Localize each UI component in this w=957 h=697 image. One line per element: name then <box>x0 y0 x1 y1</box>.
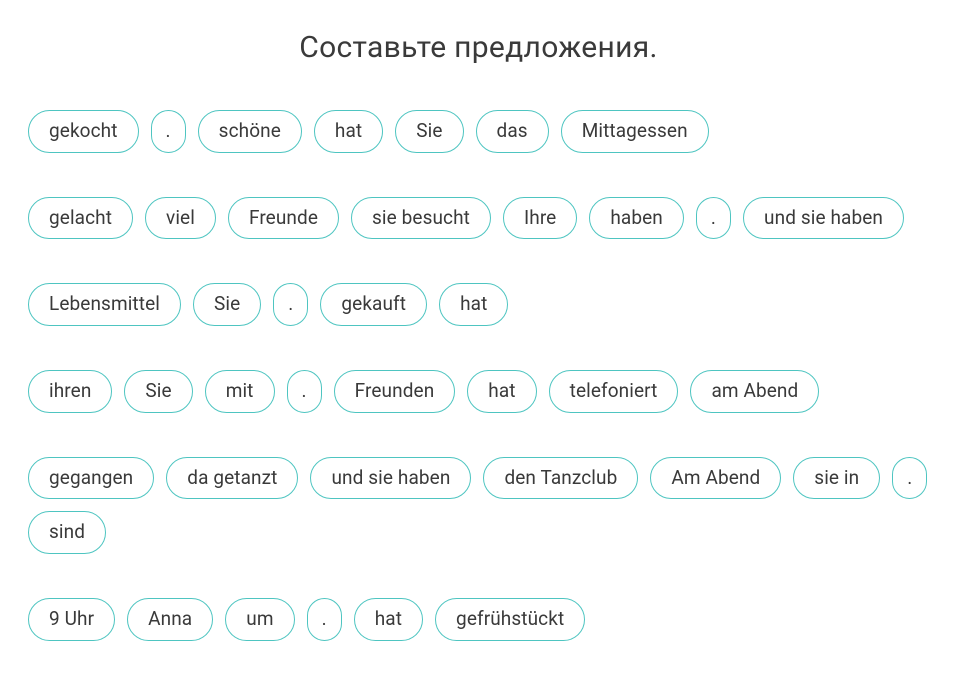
word-chip[interactable]: Anna <box>127 598 213 641</box>
word-chip[interactable]: hat <box>314 110 383 153</box>
word-chip[interactable]: Freunde <box>228 197 339 240</box>
word-row: Lebensmittel Sie. gekauft hat <box>28 283 929 326</box>
word-chip[interactable]: gekauft <box>320 283 427 326</box>
word-chip[interactable]: hat <box>467 370 536 413</box>
word-chip[interactable]: Sie <box>395 110 463 153</box>
word-chip[interactable]: haben <box>589 197 684 240</box>
word-chip[interactable]: Mittagessen <box>561 110 709 153</box>
page-title: Составьте предложения. <box>28 30 929 65</box>
word-chip[interactable]: . <box>307 598 342 641</box>
word-chip[interactable]: hat <box>439 283 508 326</box>
word-chip[interactable]: sie in <box>793 457 880 500</box>
word-chip[interactable]: hat <box>354 598 423 641</box>
word-chip[interactable]: . <box>273 283 308 326</box>
word-row: gekocht. schöne hat Siedas Mittagessen <box>28 110 929 153</box>
word-chip[interactable]: Lebensmittel <box>28 283 181 326</box>
word-chip[interactable]: mit <box>205 370 275 413</box>
word-chip[interactable]: . <box>696 197 731 240</box>
word-chip[interactable]: . <box>287 370 322 413</box>
word-chip[interactable]: schöne <box>198 110 302 153</box>
word-chip[interactable]: Am Abend <box>650 457 781 500</box>
word-chip[interactable]: den Tanzclub <box>483 457 638 500</box>
word-chip[interactable]: Freunden <box>334 370 456 413</box>
word-chip[interactable]: viel <box>145 197 216 240</box>
word-chip[interactable]: gelacht <box>28 197 133 240</box>
word-chip[interactable]: sie besucht <box>351 197 491 240</box>
word-row: gelacht viel Freunde sie besucht Ihre haben. u… <box>28 197 929 240</box>
word-chip[interactable]: am Abend <box>690 370 819 413</box>
word-chip[interactable]: da getanzt <box>166 457 298 500</box>
word-row: 9 Uhr Annaum. hat gefrühstückt <box>28 598 929 641</box>
word-chip[interactable]: gefrühstückt <box>435 598 585 641</box>
word-chip[interactable]: 9 Uhr <box>28 598 115 641</box>
word-chip[interactable]: Sie <box>124 370 192 413</box>
word-chip[interactable]: sind <box>28 511 106 554</box>
word-chip[interactable]: und sie haben <box>743 197 904 240</box>
word-chip[interactable]: telefoniert <box>549 370 679 413</box>
word-chip[interactable]: . <box>892 457 927 500</box>
word-chip[interactable]: und sie haben <box>310 457 471 500</box>
word-chip[interactable]: das <box>476 110 549 153</box>
word-chip[interactable]: ihren <box>28 370 112 413</box>
word-chip[interactable]: um <box>225 598 294 641</box>
word-chip[interactable]: Sie <box>193 283 261 326</box>
word-chip[interactable]: . <box>151 110 186 153</box>
word-chip[interactable]: gegangen <box>28 457 154 500</box>
word-row: gegangen da getanzt und sie haben den Tanzc… <box>28 457 929 554</box>
exercise-rows: gekocht.schönehatSiedasMittagessengelach… <box>28 110 929 641</box>
word-chip[interactable]: Ihre <box>503 197 577 240</box>
word-chip[interactable]: gekocht <box>28 110 139 153</box>
word-row: ihren Siemit. Freunden hat telefoniert am Abe… <box>28 370 929 413</box>
